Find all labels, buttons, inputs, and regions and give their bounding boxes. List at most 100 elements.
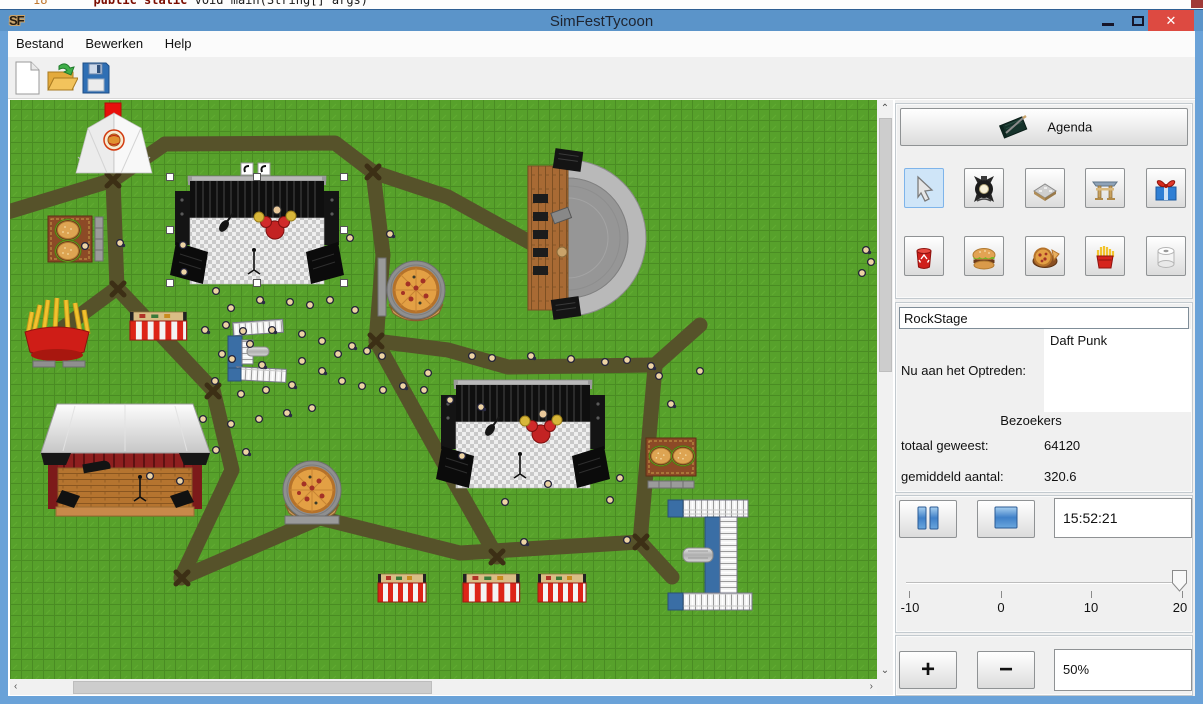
- horizontal-scroll-thumb[interactable]: [73, 681, 432, 694]
- visitor-dot: [359, 383, 366, 390]
- tool-road-button[interactable]: [1025, 168, 1065, 208]
- slider-label-ten: 10: [1084, 600, 1098, 615]
- visitor-dot-shadow: [274, 331, 277, 334]
- visitor-dot: [228, 421, 235, 428]
- background-code-text: 18public static void main(String[] args): [33, 0, 368, 7]
- minimize-button[interactable]: [1095, 10, 1121, 32]
- tool-pizza-button[interactable]: [1025, 236, 1065, 276]
- grass-field[interactable]: [10, 100, 877, 679]
- market-stall[interactable]: [463, 574, 520, 602]
- pause-button[interactable]: [899, 500, 957, 538]
- now-performing-box: Daft Punk: [1044, 329, 1191, 412]
- open-file-button[interactable]: [46, 61, 80, 97]
- second-stage[interactable]: [436, 380, 610, 488]
- burger-stand-left[interactable]: [48, 216, 103, 262]
- background-window-sliver: 18public static void main(String[] args): [0, 0, 1203, 9]
- menu-help[interactable]: Help: [156, 31, 201, 51]
- scroll-up-icon[interactable]: ⌃: [877, 103, 893, 114]
- visitor-dot: [502, 499, 509, 506]
- visitor-dot-shadow: [294, 386, 297, 389]
- speed-slider-thumb[interactable]: [1172, 570, 1187, 595]
- market-stall[interactable]: [130, 312, 187, 340]
- map-horizontal-scrollbar[interactable]: ‹ ›: [10, 679, 877, 695]
- visitor-dot: [624, 357, 631, 364]
- tool-spotlight-button[interactable]: [964, 168, 1004, 208]
- visitor-dot: [299, 358, 306, 365]
- object-name-input[interactable]: [899, 307, 1189, 329]
- visitor-dot: [868, 259, 875, 266]
- zoom-out-button[interactable]: −: [977, 651, 1035, 689]
- total-visitors-label: totaal geweest:: [901, 438, 988, 453]
- visitor-dot-shadow: [207, 331, 210, 334]
- tool-gift-button[interactable]: [1146, 168, 1186, 208]
- tool-select-button[interactable]: [904, 168, 944, 208]
- market-stall[interactable]: [378, 574, 426, 602]
- visitor-dot: [238, 391, 245, 398]
- tool-stage-button[interactable]: [1085, 168, 1125, 208]
- zoom-level-display[interactable]: 50%: [1054, 649, 1192, 691]
- average-visitors-value: 320.6: [1044, 469, 1077, 484]
- visitor-dot: [339, 378, 346, 385]
- pizza-table-bottom[interactable]: [283, 461, 341, 524]
- market-stall[interactable]: [538, 574, 586, 602]
- toolbar: [8, 57, 1195, 99]
- visitor-dot: [347, 235, 354, 242]
- road-tile-icon: [1030, 174, 1060, 204]
- pause-icon: [915, 506, 941, 530]
- visitor-dot: [213, 288, 220, 295]
- trash-bin-icon: [909, 242, 939, 272]
- window-title: SimFestTycoon: [0, 13, 1203, 30]
- agenda-button[interactable]: Agenda: [900, 108, 1188, 146]
- visitor-dot-shadow: [262, 301, 265, 304]
- rock-stage[interactable]: [170, 163, 344, 284]
- tool-burger-button[interactable]: [964, 236, 1004, 276]
- visitor-dot-shadow: [264, 366, 267, 369]
- menu-bewerken[interactable]: Bewerken: [76, 31, 152, 51]
- visitor-dot: [299, 331, 306, 338]
- menu-bestand[interactable]: Bestand: [8, 31, 73, 51]
- visitor-dot-shadow: [289, 414, 292, 417]
- zoom-in-button[interactable]: +: [899, 651, 957, 689]
- visitor-dot: [309, 405, 316, 412]
- clock-display[interactable]: 15:52:21: [1054, 498, 1192, 538]
- visitor-dot: [352, 307, 359, 314]
- save-file-button[interactable]: [81, 61, 115, 97]
- visitor-dot: [228, 305, 235, 312]
- visitor-dot-shadow: [354, 347, 357, 350]
- visitor-dot: [247, 341, 254, 348]
- close-button[interactable]: ✕: [1148, 10, 1194, 32]
- barn-stage[interactable]: [41, 404, 210, 516]
- cursor-icon: [909, 174, 939, 204]
- background-close-fragment: [1191, 0, 1203, 8]
- visitor-dot: [335, 351, 342, 358]
- tool-toilet-button[interactable]: [1146, 236, 1186, 276]
- vertical-scroll-thumb[interactable]: [879, 118, 892, 372]
- agenda-label: Agenda: [1047, 120, 1092, 135]
- visitors-title: Bezoekers: [896, 413, 1166, 428]
- speed-slider-track[interactable]: [906, 582, 1184, 584]
- new-file-button[interactable]: [13, 61, 47, 97]
- spotlight-icon: [969, 174, 999, 204]
- stop-button[interactable]: [977, 500, 1035, 538]
- new-file-icon: [13, 61, 43, 95]
- scroll-down-icon[interactable]: ⌄: [877, 665, 893, 676]
- menubar: Bestand Bewerken Help: [8, 31, 1195, 57]
- burger-stand-right[interactable]: [646, 438, 696, 488]
- tool-fries-button[interactable]: [1085, 236, 1125, 276]
- slider-tick: [1091, 591, 1092, 598]
- visitor-dot: [607, 497, 614, 504]
- visitor-dot: [447, 397, 454, 404]
- visitor-dot: [379, 353, 386, 360]
- window-border-right: [1195, 31, 1203, 696]
- map-vertical-scrollbar[interactable]: ⌃ ⌄: [877, 100, 893, 679]
- map-canvas[interactable]: [10, 100, 877, 679]
- scroll-left-icon[interactable]: ‹: [14, 681, 17, 692]
- total-visitors-value: 64120: [1044, 438, 1080, 453]
- visitor-dot: [212, 378, 219, 385]
- tool-trash-button[interactable]: [904, 236, 944, 276]
- visitor-dot: [287, 299, 294, 306]
- visitor-dot-shadow: [248, 453, 251, 456]
- scroll-right-icon[interactable]: ›: [870, 681, 873, 692]
- visitor-dot: [364, 348, 371, 355]
- visitor-dot-shadow: [122, 244, 125, 247]
